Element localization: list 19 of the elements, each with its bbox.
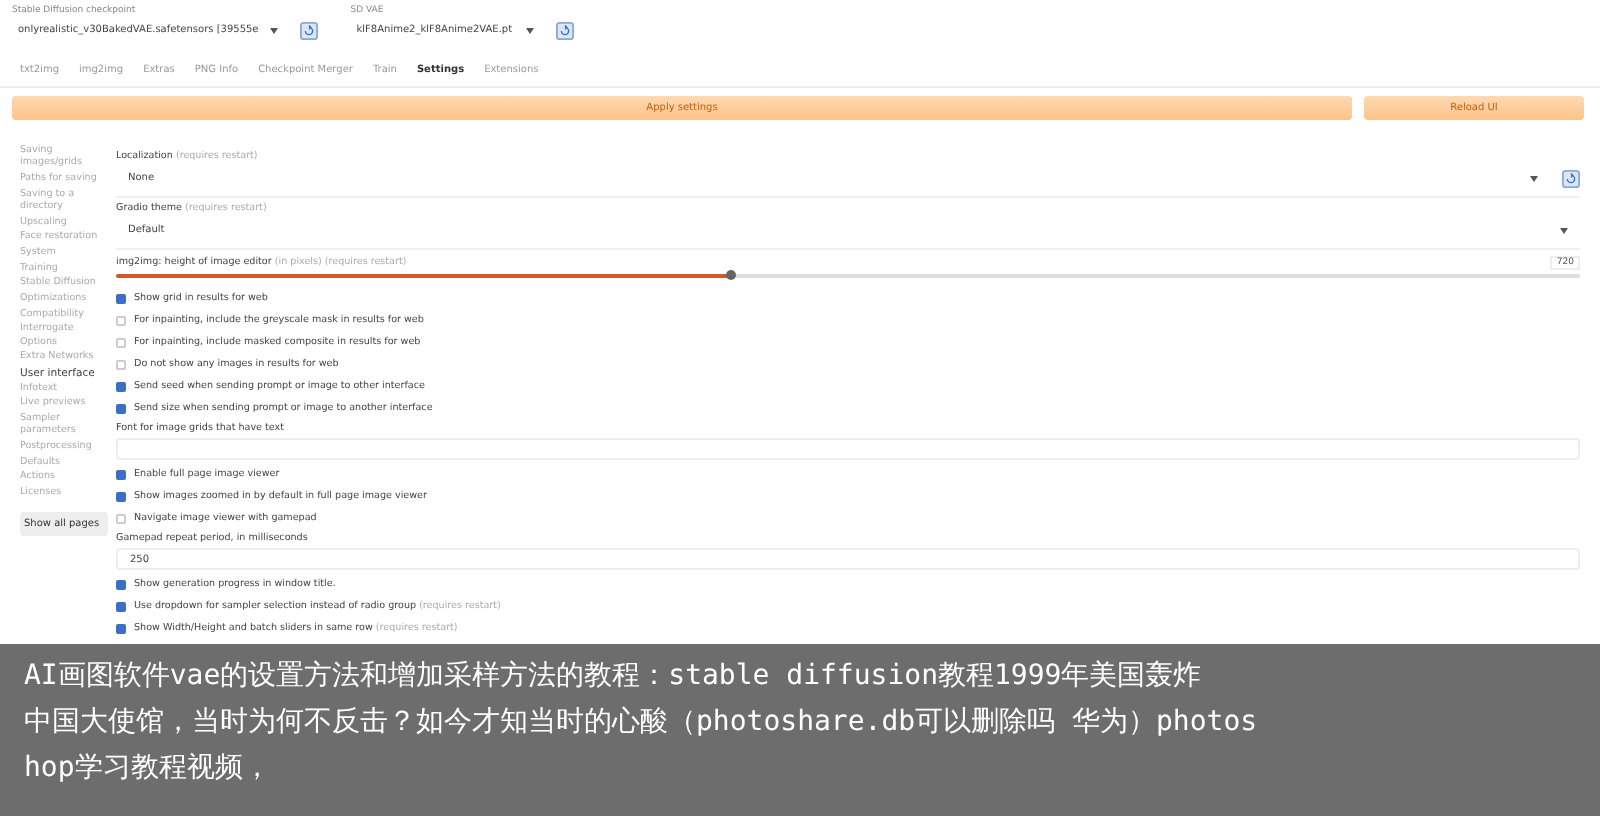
caption-line: AI画图软件vae的设置方法和增加采样方法的教程：stable diffusion教程1999年美国轰炸 bbox=[24, 658, 1204, 696]
checkbox[interactable] bbox=[116, 470, 126, 480]
caret-icon bbox=[1560, 227, 1568, 233]
checkbox[interactable] bbox=[116, 404, 126, 414]
caption-line: hop学习教程视频， bbox=[24, 750, 273, 788]
refresh-icon[interactable] bbox=[300, 21, 319, 39]
caption-line: 中国大使馆，当时为何不反击？如今才知当时的心酸（photoshare.db可以删除吗 华为）photos bbox=[24, 704, 1260, 742]
caret-icon bbox=[270, 27, 279, 33]
caret-icon bbox=[526, 27, 535, 33]
refresh-icon[interactable] bbox=[1562, 169, 1580, 187]
checkbox[interactable] bbox=[116, 602, 126, 612]
checkbox[interactable] bbox=[116, 492, 126, 502]
checkbox[interactable] bbox=[116, 382, 126, 392]
checkbox[interactable] bbox=[116, 624, 126, 634]
checkbox[interactable] bbox=[116, 294, 126, 304]
refresh-icon[interactable] bbox=[556, 21, 575, 39]
slider-thumb[interactable] bbox=[725, 270, 736, 280]
checkbox[interactable] bbox=[116, 580, 126, 590]
caret-icon bbox=[1530, 175, 1538, 181]
